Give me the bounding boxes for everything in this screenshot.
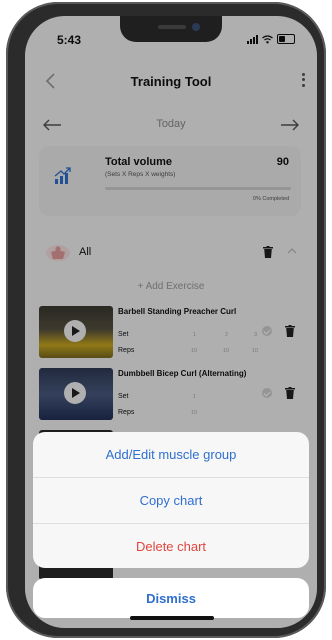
- dismiss-button[interactable]: Dismiss: [33, 578, 309, 618]
- copy-chart-button[interactable]: Copy chart: [33, 478, 309, 524]
- speaker: [158, 25, 186, 29]
- action-sheet: Add/Edit muscle group Copy chart Delete …: [33, 432, 309, 568]
- delete-chart-button[interactable]: Delete chart: [33, 524, 309, 568]
- notch: [120, 16, 222, 42]
- app-screen: 5:43 Training Tool Today Total volume (S…: [25, 16, 317, 628]
- phone-frame: 5:43 Training Tool Today Total volume (S…: [6, 2, 326, 638]
- home-indicator[interactable]: [130, 616, 214, 620]
- add-edit-muscle-group-button[interactable]: Add/Edit muscle group: [33, 432, 309, 478]
- camera: [192, 23, 200, 31]
